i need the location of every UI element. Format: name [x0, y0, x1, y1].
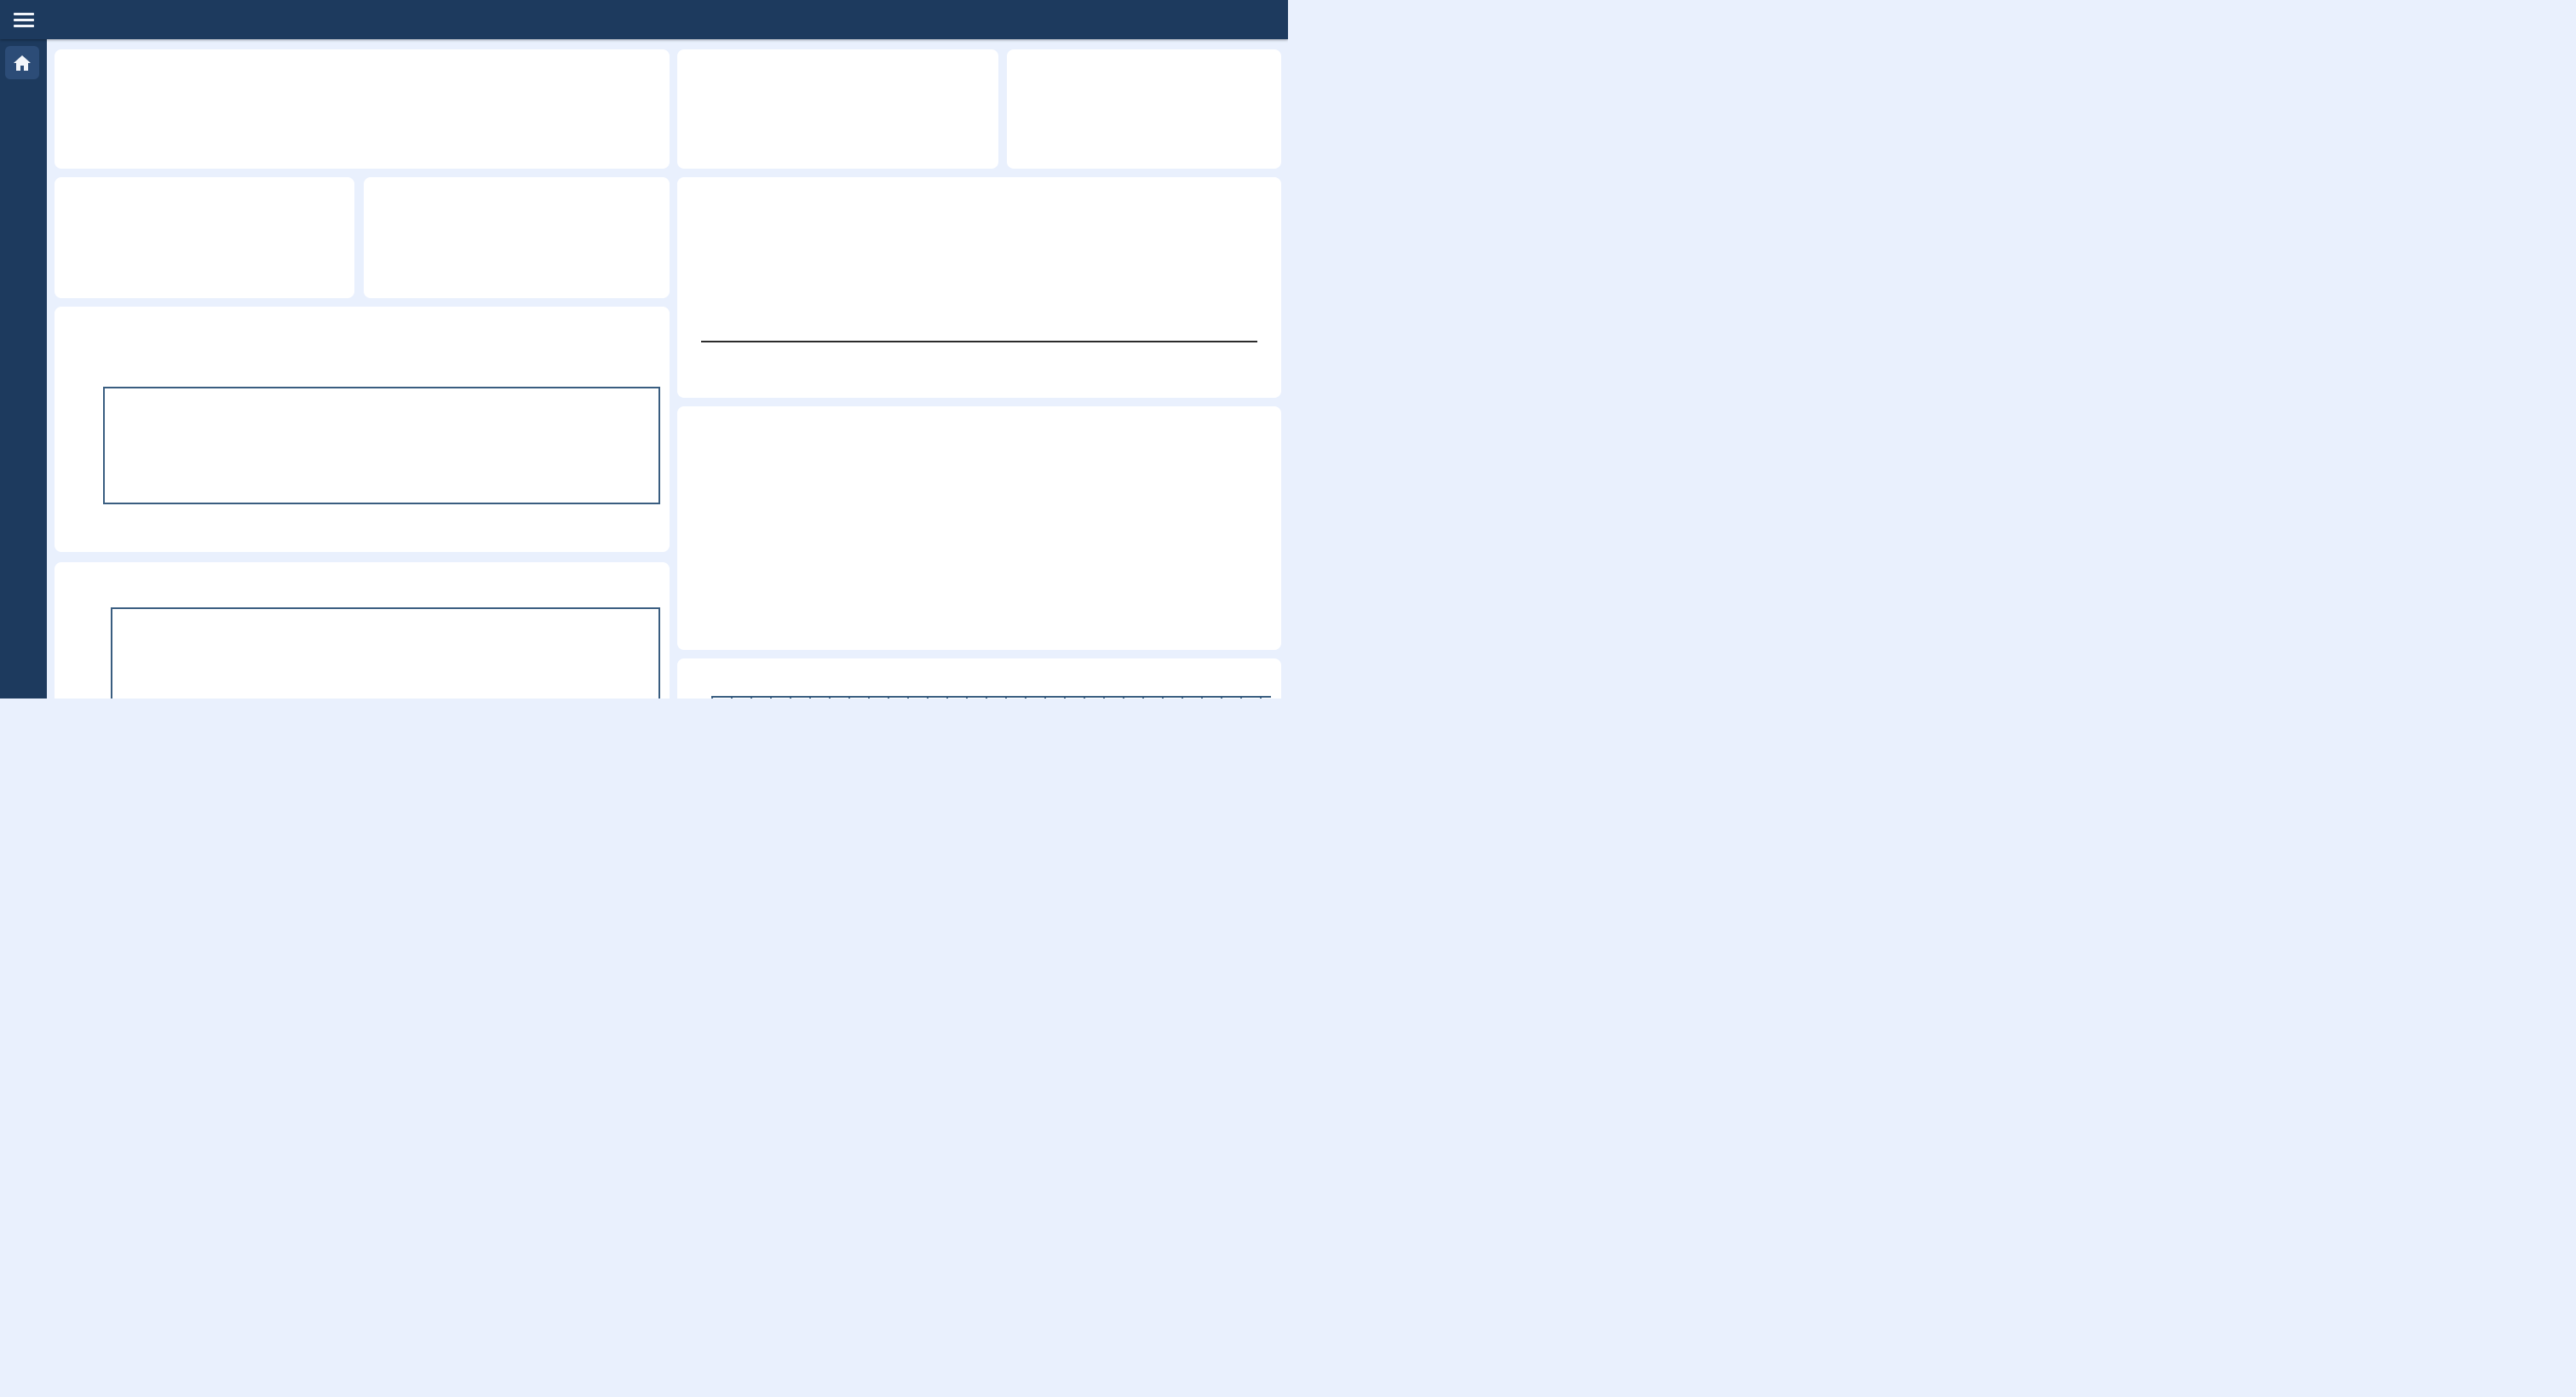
panel-title — [677, 49, 998, 57]
factory-energy-dashboard — [0, 0, 1288, 698]
panel-month-power-total — [677, 177, 1281, 398]
stat-card-device-2 — [267, 78, 457, 152]
panel-title — [1007, 49, 1281, 57]
stat-card-device-1 — [66, 78, 256, 152]
panel-title — [364, 177, 670, 185]
divider — [701, 341, 1257, 342]
panel-day-power-total — [677, 49, 998, 169]
panel-title — [677, 658, 1281, 666]
sidebar — [0, 39, 47, 698]
panel-top5-pie — [677, 406, 1281, 650]
panel-hourly-power — [55, 307, 670, 552]
panel-title — [55, 562, 670, 570]
hourly-stacked-bar-chart — [103, 387, 660, 504]
top-bar — [0, 0, 1288, 39]
hamburger-menu-icon[interactable] — [14, 13, 34, 27]
panel-power-spikes — [677, 658, 1281, 698]
panel-title — [55, 49, 670, 57]
panel-title — [677, 406, 1281, 414]
panel-last7-days — [55, 562, 670, 698]
panel-title — [677, 177, 1281, 185]
top5-pie-chart — [894, 454, 1067, 628]
home-button[interactable] — [5, 46, 39, 79]
panel-title — [55, 177, 354, 185]
stat-card-row — [66, 78, 658, 152]
panel-title — [55, 307, 670, 314]
panel-month-bill — [364, 177, 670, 298]
last7-bar-chart — [111, 607, 660, 698]
panel-day-bill — [1007, 49, 1281, 169]
energy-rate — [1278, 14, 1281, 26]
home-icon — [14, 55, 31, 71]
panel-month-power-usage — [55, 177, 354, 298]
panel-top-devices — [55, 49, 670, 169]
stat-card-device-3 — [468, 78, 658, 152]
